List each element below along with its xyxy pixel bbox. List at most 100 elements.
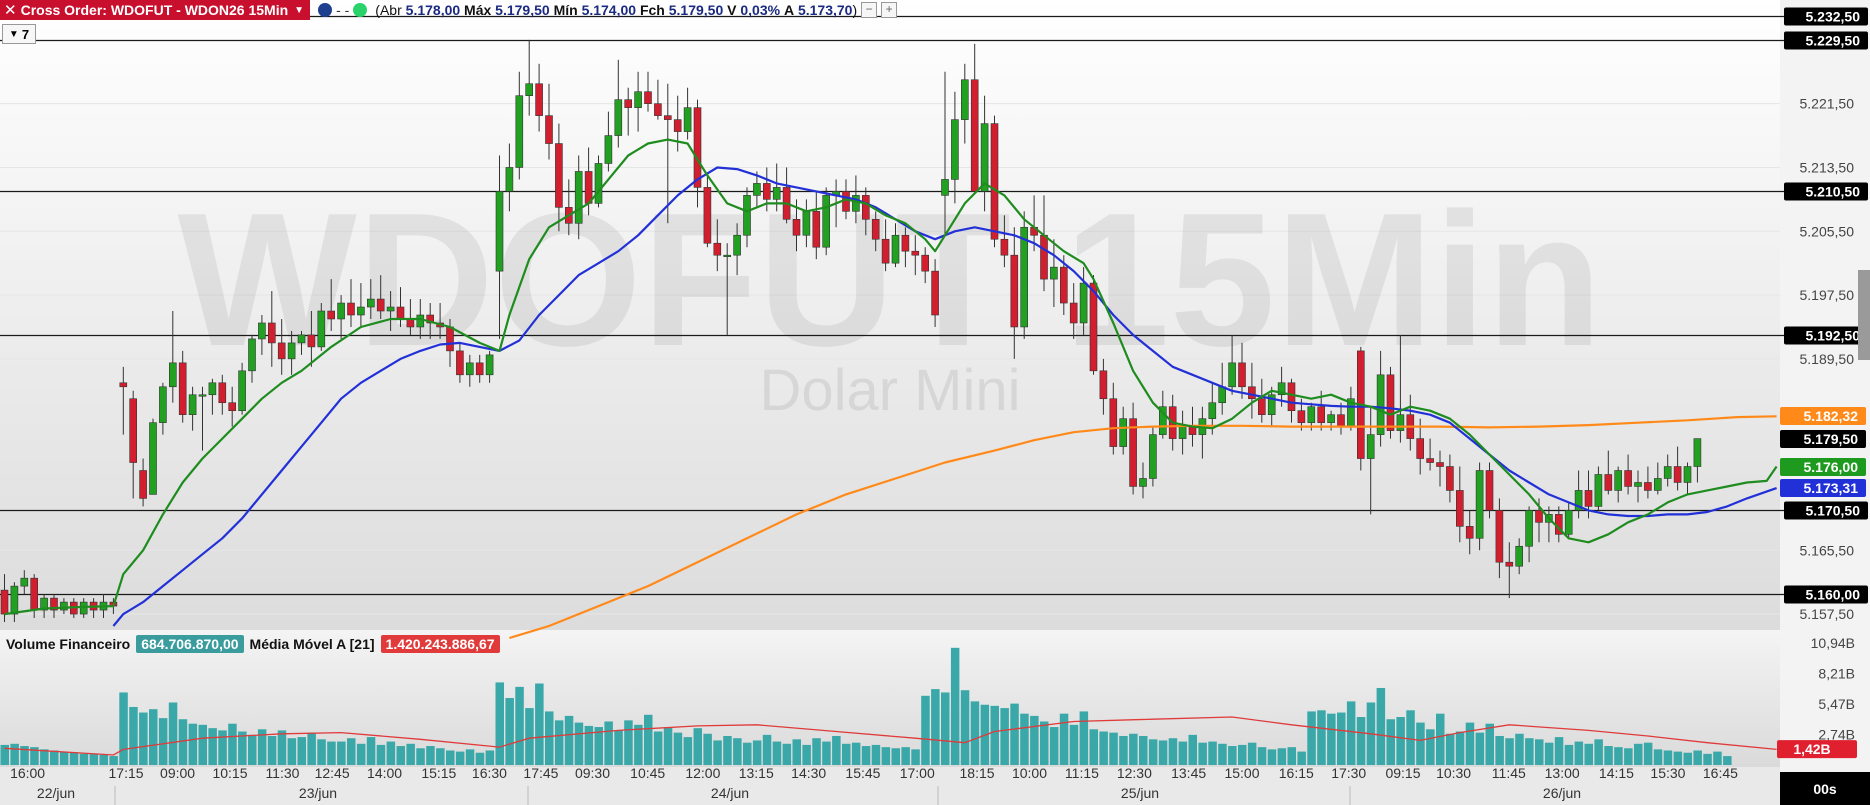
volume-bar — [752, 740, 762, 765]
time-tick-label: 17:00 — [900, 765, 935, 781]
date-label: 25/jun — [1121, 785, 1159, 801]
candle-body — [1564, 510, 1573, 535]
volume-bar — [525, 708, 534, 765]
candle-body — [1317, 406, 1325, 423]
candle-body — [515, 95, 524, 168]
volume-bar — [1158, 740, 1168, 765]
candle-body — [683, 107, 692, 132]
price-level-label: 5.160,00 — [1806, 587, 1861, 603]
volume-bar — [485, 750, 495, 765]
volume-bar — [1604, 746, 1613, 765]
time-tick-label: 17:30 — [1331, 765, 1366, 781]
candle-body — [1535, 510, 1543, 523]
volume-bar — [495, 682, 504, 765]
volume-bar — [941, 692, 950, 765]
volume-bar — [713, 740, 722, 765]
candle-body — [921, 254, 930, 272]
volume-bar — [782, 743, 792, 765]
candle-body — [1129, 418, 1137, 487]
volume-bar — [1208, 741, 1217, 765]
candle-timer: 00s — [1780, 772, 1870, 805]
drawing-count-badge[interactable]: ▼ 7 — [2, 24, 36, 44]
candle-body — [525, 83, 534, 96]
volume-bar — [1525, 738, 1534, 765]
volume-bar — [1030, 715, 1039, 765]
candle-body — [654, 103, 662, 116]
volume-bar — [178, 719, 188, 765]
time-tick-label: 16:30 — [472, 765, 507, 781]
candle-body — [594, 163, 603, 204]
time-tick-label: 11:30 — [265, 765, 299, 781]
time-tick-label: 10:00 — [1012, 765, 1047, 781]
volume-legend: Volume Financeiro 684.706.870,00 Média M… — [6, 635, 500, 653]
volume-bar — [960, 690, 970, 765]
volume-bar — [733, 738, 742, 765]
volume-bar — [1624, 748, 1633, 765]
volume-bar — [119, 692, 128, 765]
candle-body — [822, 195, 831, 248]
volume-bar — [426, 746, 435, 765]
candle-body — [366, 298, 375, 308]
volume-bar — [614, 730, 623, 765]
price-level-label: 5.232,50 — [1806, 9, 1861, 25]
candle-body — [169, 362, 177, 388]
chart-header: ✕ Cross Order: WDOFUT - WDON26 15Min ▼ -… — [0, 0, 898, 20]
volume-bar — [663, 727, 673, 765]
candle-body — [1416, 438, 1424, 459]
minimize-icon[interactable]: − — [861, 2, 878, 18]
add-icon[interactable]: + — [881, 2, 898, 18]
volume-bar — [1277, 748, 1287, 765]
trading-chart[interactable]: 5.221,50 5.213,50 5.205,50 5.197,50 5.189,50… — [0, 0, 1870, 805]
price-tick-label: 5.221,50 — [1800, 96, 1855, 112]
time-tick-label: 13:00 — [1545, 765, 1580, 781]
volume-bar — [1178, 741, 1188, 765]
candle-body — [881, 238, 890, 264]
volume-bar — [158, 718, 168, 765]
volume-bar — [901, 747, 910, 765]
volume-bar — [822, 741, 831, 765]
status-dot-icon[interactable] — [353, 3, 368, 17]
vertical-scrollbar-handle[interactable] — [1858, 270, 1870, 360]
volume-bar — [1000, 708, 1009, 765]
volume-bar — [1356, 717, 1366, 765]
candle-body — [1089, 282, 1098, 372]
volume-bar — [1020, 713, 1029, 765]
volume-bar — [475, 752, 485, 765]
volume-bar — [832, 735, 841, 765]
candle-body — [1485, 470, 1494, 511]
candle-body — [802, 211, 811, 236]
indicator-settings-icon[interactable] — [318, 3, 333, 17]
candle-body — [129, 398, 137, 463]
volume-bar — [515, 686, 524, 765]
volume-bar — [1614, 747, 1623, 765]
volume-bar — [1535, 739, 1544, 765]
chevron-down-icon[interactable]: ▼ — [294, 5, 304, 16]
volume-bar — [911, 749, 920, 765]
volume-bar — [812, 738, 821, 765]
volume-bar — [624, 720, 633, 765]
candle-body — [159, 386, 167, 423]
volume-bar — [307, 732, 316, 765]
volume-bar — [703, 733, 712, 765]
candle-body — [970, 79, 979, 192]
time-tick-label: 14:00 — [367, 765, 402, 781]
candle-body — [901, 234, 910, 252]
volume-bar — [653, 731, 663, 765]
volume-bar — [396, 746, 405, 765]
candle-body — [248, 338, 256, 372]
volume-bar — [1515, 733, 1524, 765]
candle-body — [347, 302, 355, 316]
close-icon[interactable]: ✕ — [4, 1, 17, 19]
candle-body — [1258, 398, 1266, 415]
candle-body — [0, 589, 9, 615]
price-level-label: 5.229,50 — [1806, 33, 1861, 49]
volume-bar — [327, 741, 336, 765]
cross-order-button[interactable]: ✕ Cross Order: WDOFUT - WDON26 15Min ▼ — [0, 0, 311, 20]
volume-bar — [792, 739, 801, 765]
candle-body — [1109, 398, 1118, 447]
volume-bar — [1416, 722, 1425, 765]
candle-body — [693, 107, 702, 188]
candle-body — [574, 171, 583, 224]
candle-body — [634, 91, 642, 108]
volume-bar — [248, 734, 257, 765]
